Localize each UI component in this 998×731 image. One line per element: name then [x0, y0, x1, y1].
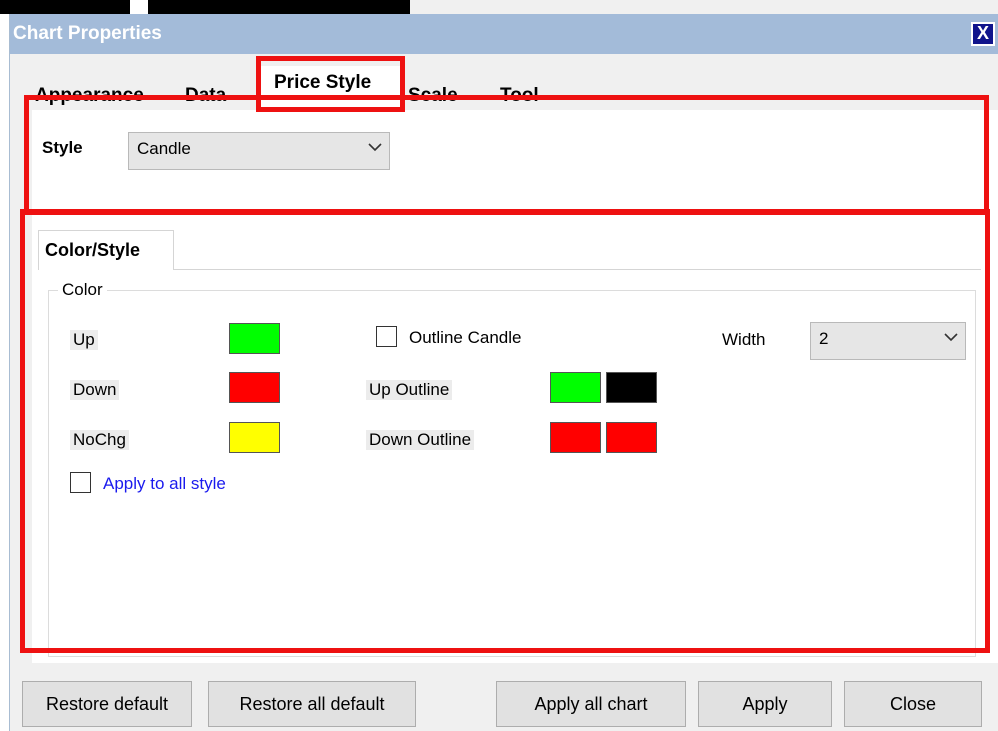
- close-icon[interactable]: X: [971, 22, 995, 46]
- background-block: [0, 0, 130, 14]
- chart-properties-dialog: Chart Properties X Appearance Data Price…: [9, 14, 998, 731]
- highlight-box: [24, 95, 989, 215]
- highlight-box: [20, 209, 990, 653]
- title-bar[interactable]: Chart Properties X: [10, 14, 998, 54]
- restore-all-default-button[interactable]: Restore all default: [208, 681, 416, 727]
- background-block: [410, 0, 998, 14]
- apply-all-chart-button[interactable]: Apply all chart: [496, 681, 686, 727]
- window-title: Chart Properties: [13, 23, 162, 44]
- background-strip: [0, 0, 998, 14]
- background-block: [148, 0, 410, 14]
- restore-default-button[interactable]: Restore default: [22, 681, 192, 727]
- close-button[interactable]: Close: [844, 681, 982, 727]
- apply-button[interactable]: Apply: [698, 681, 832, 727]
